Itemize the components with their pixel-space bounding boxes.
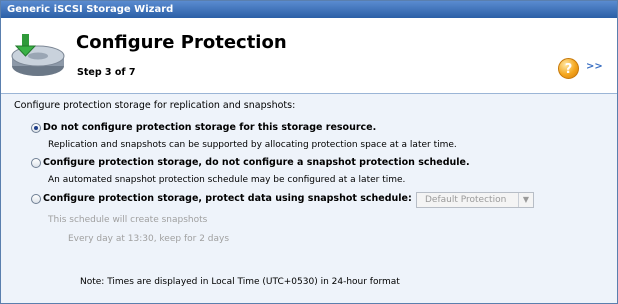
option-no-protection-label[interactable]: Do not configure protection storage for …: [43, 122, 376, 133]
chevron-down-icon[interactable]: ▼: [518, 193, 533, 207]
storage-disk-icon: [11, 34, 65, 76]
wizard-window: Generic iSCSI Storage Wizard Configure P…: [0, 0, 618, 304]
intro-text: Configure protection storage for replica…: [14, 100, 296, 111]
wizard-content: Configure protection storage for replica…: [1, 94, 617, 303]
option-no-protection-description: Replication and snapshots can be support…: [48, 140, 457, 150]
schedule-detail: Every day at 13:30, keep for 2 days: [68, 234, 230, 244]
option-no-schedule-description: An automated snapshot protection schedul…: [48, 175, 406, 185]
schedule-select[interactable]: Default Protection ▼: [416, 192, 534, 208]
option-no-schedule-radio[interactable]: [31, 158, 41, 168]
option-no-schedule-label[interactable]: Configure protection storage, do not con…: [43, 157, 470, 168]
option-no-protection-radio[interactable]: [31, 123, 41, 133]
schedule-select-value: Default Protection: [425, 195, 507, 205]
option-snapshot-schedule-label[interactable]: Configure protection storage, protect da…: [43, 193, 412, 204]
help-icon[interactable]: ?: [558, 58, 579, 79]
wizard-header: Configure Protection Step 3 of 7 ? >>: [1, 18, 617, 94]
step-indicator: Step 3 of 7: [77, 67, 136, 78]
page-title: Configure Protection: [76, 32, 287, 53]
schedule-info: This schedule will create snapshots: [48, 215, 208, 225]
timezone-note: Note: Times are displayed in Local Time …: [80, 277, 400, 287]
option-snapshot-schedule-radio[interactable]: [31, 194, 41, 204]
window-title: Generic iSCSI Storage Wizard: [1, 1, 617, 18]
more-link[interactable]: >>: [586, 61, 603, 72]
